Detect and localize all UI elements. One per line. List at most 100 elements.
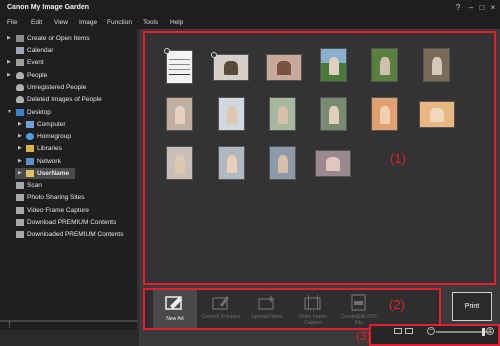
special-filters-button[interactable]: Special Filters: [245, 290, 289, 328]
help-icon[interactable]: ?: [453, 3, 463, 13]
menu-view[interactable]: View: [54, 19, 68, 26]
thumbnail-photo[interactable]: [371, 48, 398, 82]
callout-2: (2): [389, 297, 405, 312]
sidebar-item-label: Create or Open Items: [27, 35, 90, 42]
person-icon: [16, 84, 24, 91]
sidebar-item-label: Homegroup: [37, 133, 71, 140]
sidebar-item-desktop[interactable]: ▼ Desktop: [0, 107, 137, 118]
thumbnail-photo[interactable]: [423, 48, 450, 82]
computer-icon: [26, 121, 34, 128]
sidebar-item-photo-sharing[interactable]: Photo Sharing Sites: [0, 192, 137, 203]
close-icon[interactable]: ×: [488, 3, 498, 13]
sidebar-item-create-open[interactable]: ▶ Create or Open Items: [0, 33, 137, 44]
sidebar-item-network[interactable]: ▶ Network: [0, 156, 137, 167]
thumbnail-area[interactable]: (1): [143, 31, 496, 285]
sidebar-footer: ⋮: [0, 322, 138, 332]
sidebar-item-computer[interactable]: ▶ Computer: [0, 119, 137, 130]
scan-icon: [16, 182, 24, 189]
expand-arrow-icon[interactable]: ▶: [18, 119, 22, 130]
sidebar-item-label: Downloaded PREMIUM Contents: [27, 231, 124, 238]
expand-arrow-icon[interactable]: ▶: [18, 156, 22, 167]
photo-sharing-icon: [16, 194, 24, 201]
print-button[interactable]: Print: [452, 292, 492, 321]
menu-file[interactable]: File: [7, 19, 17, 26]
event-icon: [16, 59, 24, 66]
thumbnail-photo[interactable]: [315, 150, 351, 177]
menu-image[interactable]: Image: [79, 19, 97, 26]
thumbnail-document[interactable]: [164, 48, 193, 84]
sidebar-item-label: Computer: [37, 121, 66, 128]
menu-function[interactable]: Function: [107, 19, 132, 26]
thumbnail-photo[interactable]: [320, 97, 347, 131]
expand-arrow-icon[interactable]: ▶: [18, 168, 22, 179]
expand-arrow-icon[interactable]: ▶: [7, 57, 11, 68]
sidebar-item-label: Photo Sharing Sites: [27, 194, 85, 201]
correct-enhance-button[interactable]: Correct/ Enhance: [199, 290, 243, 328]
thumbnail-photo[interactable]: [166, 146, 193, 180]
select-badge-icon[interactable]: [164, 48, 170, 54]
sidebar-item-event[interactable]: ▶ Event: [0, 57, 137, 68]
sidebar-item-people[interactable]: ▶ People: [0, 70, 137, 81]
thumbnail-photo[interactable]: [320, 48, 347, 82]
thumbnail-photo[interactable]: [211, 52, 249, 81]
sidebar: ▶ Create or Open Items Calendar ▶ Event …: [0, 29, 138, 330]
sidebar-item-downloaded-premium[interactable]: Downloaded PREMIUM Contents: [0, 229, 137, 240]
thumbnail-photo[interactable]: [419, 101, 455, 128]
sidebar-item-video-frame[interactable]: Video Frame Capture: [0, 205, 137, 216]
menu-help[interactable]: Help: [170, 19, 183, 26]
video-frame-capture-button[interactable]: Video Frame Capture: [291, 290, 335, 328]
sidebar-item-label: Download PREMIUM Contents: [27, 219, 117, 226]
person-deleted-icon: [16, 96, 24, 103]
sidebar-item-label: People: [27, 72, 48, 79]
callout-3: (3): [356, 329, 371, 343]
zoom-in-icon[interactable]: +: [486, 327, 494, 335]
more-options-icon[interactable]: ⋮: [6, 321, 13, 329]
sidebar-item-label: Network: [37, 158, 61, 165]
expand-arrow-icon[interactable]: ▶: [18, 131, 22, 142]
correct-enhance-icon: [212, 296, 229, 310]
menu-tools[interactable]: Tools: [143, 19, 158, 26]
expand-arrow-icon[interactable]: ▶: [7, 33, 11, 44]
sidebar-item-label: Video Frame Capture: [27, 207, 90, 214]
thumbnail-photo[interactable]: [218, 97, 245, 131]
sidebar-item-homegroup[interactable]: ▶ Homegroup: [0, 131, 137, 142]
sidebar-item-calendar[interactable]: Calendar: [0, 45, 137, 56]
thumbnail-photo[interactable]: [266, 54, 302, 81]
detail-view-icon[interactable]: [405, 328, 413, 334]
title-bar: Canon My Image Garden ? – □ ×: [0, 0, 500, 17]
thumbnail-photo[interactable]: [269, 146, 296, 180]
sidebar-item-label: Libraries: [37, 145, 62, 152]
sidebar-item-username[interactable]: ▶ UserName: [15, 168, 75, 179]
sidebar-item-scan[interactable]: Scan: [0, 180, 137, 191]
new-art-button[interactable]: New Art: [153, 290, 197, 328]
thumbnail-photo[interactable]: [371, 97, 398, 131]
homegroup-icon: [26, 133, 34, 140]
zoom-slider-handle[interactable]: [482, 328, 486, 336]
minimize-icon[interactable]: –: [466, 3, 476, 13]
pdf-icon: [351, 294, 366, 311]
desktop-icon: [16, 109, 24, 116]
expand-arrow-icon[interactable]: ▶: [18, 143, 22, 154]
create-items-icon: [16, 35, 24, 42]
status-area: (3): [356, 324, 500, 346]
sidebar-item-deleted-people[interactable]: Deleted Images of People: [0, 94, 137, 105]
folder-icon: [26, 170, 34, 177]
maximize-icon[interactable]: □: [477, 3, 487, 13]
thumbnail-photo[interactable]: [269, 97, 296, 131]
people-icon: [16, 72, 24, 79]
thumbnail-photo[interactable]: [218, 146, 245, 180]
create-edit-pdf-button[interactable]: Create/Edit PDF File: [337, 290, 381, 328]
expand-arrow-icon[interactable]: ▶: [7, 70, 11, 81]
thumbnail-photo[interactable]: [166, 97, 193, 131]
network-icon: [26, 158, 34, 165]
sidebar-item-unregistered-people[interactable]: Unregistered People: [0, 82, 137, 93]
sidebar-item-libraries[interactable]: ▶ Libraries: [0, 143, 137, 154]
collapse-arrow-icon[interactable]: ▼: [7, 107, 12, 118]
zoom-out-icon[interactable]: −: [427, 327, 435, 335]
thumbnail-view-icon[interactable]: [394, 328, 402, 334]
tool-label: Special Filters: [251, 314, 283, 320]
menu-edit[interactable]: Edit: [31, 19, 42, 26]
select-badge-icon[interactable]: [211, 52, 217, 58]
sidebar-item-download-premium[interactable]: Download PREMIUM Contents: [0, 217, 137, 228]
sidebar-item-label: Unregistered People: [27, 84, 87, 91]
